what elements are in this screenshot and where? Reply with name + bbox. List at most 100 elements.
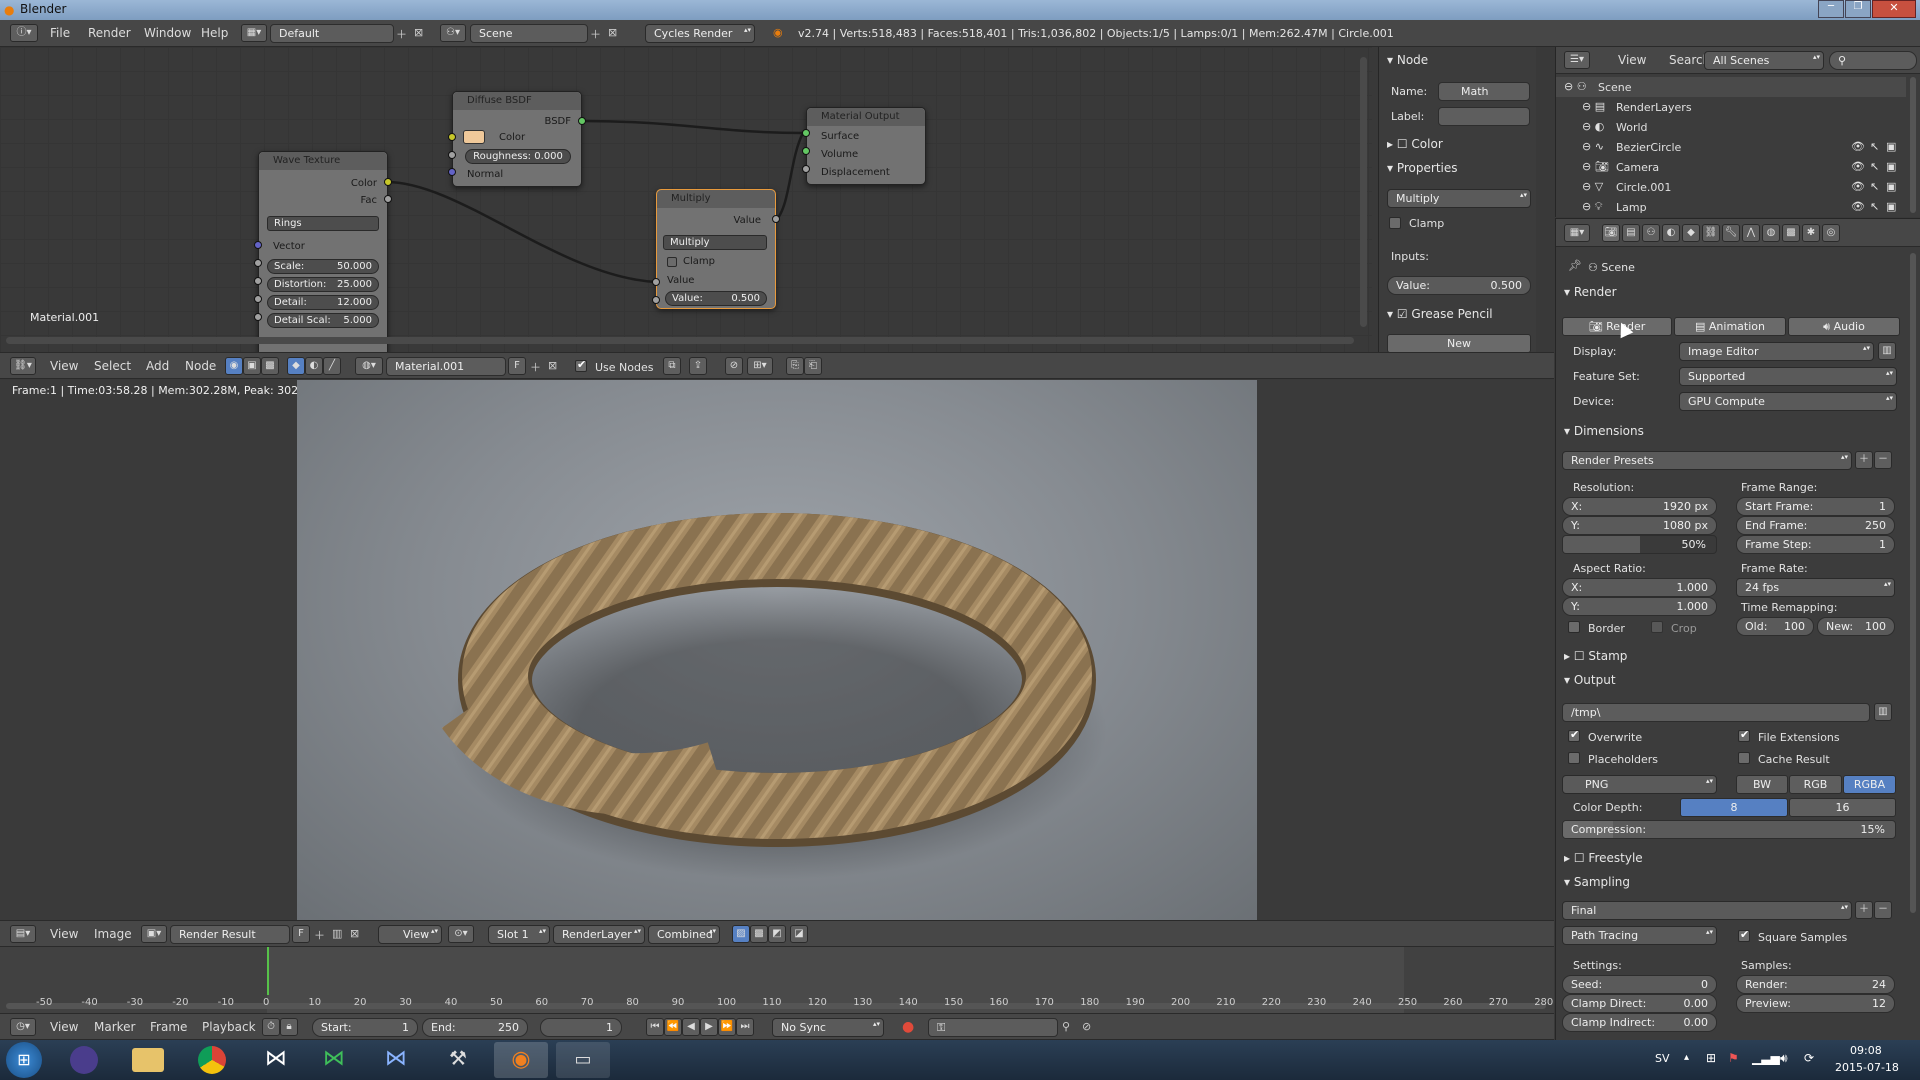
use-nodes-checkbox[interactable] xyxy=(575,358,587,372)
placeholders-checkbox[interactable] xyxy=(1568,752,1580,764)
timeline-menu-view[interactable]: View xyxy=(50,1014,78,1040)
jump-key-back-icon[interactable]: ⏪ xyxy=(664,1018,682,1036)
add-layout-icon[interactable]: ＋ xyxy=(396,26,407,42)
stamp-panel-title[interactable]: ▸ ☐ Stamp xyxy=(1564,649,1627,663)
object-shader-icon[interactable]: ◆ xyxy=(287,357,305,375)
multiply-op-select[interactable]: Multiply xyxy=(663,235,767,250)
outliner-menu-view[interactable]: View xyxy=(1618,47,1646,73)
diffuse-normal-socket[interactable] xyxy=(448,168,456,176)
wave-distortion-field[interactable]: Distortion: 25.000 xyxy=(267,277,379,292)
file-format-select[interactable]: PNG xyxy=(1562,775,1717,794)
border-checkbox[interactable] xyxy=(1568,621,1580,633)
crop-checkbox[interactable] xyxy=(1651,621,1663,633)
material-remove-icon[interactable]: ⊠ xyxy=(548,359,557,372)
wave-fac-socket[interactable] xyxy=(384,195,392,203)
taskbar-chrome-icon[interactable] xyxy=(198,1046,226,1074)
menu-file[interactable]: File xyxy=(50,20,70,46)
square-samples-checkbox[interactable] xyxy=(1738,928,1750,942)
image-editor-type-icon[interactable]: ▤▾ xyxy=(10,925,36,943)
compression-slider[interactable]: Compression: 15% xyxy=(1562,820,1896,839)
clock-time[interactable]: 09:08 xyxy=(1850,1044,1882,1057)
preview-samples-field[interactable]: Preview: 12 xyxy=(1736,994,1895,1013)
scene-tab-icon[interactable]: ⚇ xyxy=(1642,224,1660,242)
outliner-filter-select[interactable]: All Scenes xyxy=(1704,51,1824,70)
color-rgba-button[interactable]: RGBA xyxy=(1843,775,1896,794)
remap-old-field[interactable]: Old: 100 xyxy=(1736,617,1814,636)
taskbar-explorer-icon[interactable] xyxy=(132,1048,164,1072)
output-surface-socket[interactable] xyxy=(802,129,810,137)
screen-layout-icon[interactable]: ▦▾ xyxy=(241,24,267,42)
render-result-field[interactable]: Render Result xyxy=(170,925,290,944)
node-menu-view[interactable]: View xyxy=(50,353,78,379)
wave-scale-field[interactable]: Scale: 50.000 xyxy=(267,259,379,274)
image-remove-icon[interactable]: ⊠ xyxy=(350,927,359,940)
editor-type-icon[interactable]: ⓘ▾ xyxy=(10,24,38,42)
backdrop-icon[interactable]: ⧉ xyxy=(663,357,681,375)
pin-icon[interactable]: 📌︎ xyxy=(1568,259,1582,272)
render-engine-select[interactable]: Cycles Render xyxy=(645,24,755,43)
display-alpha-icon[interactable]: ▩ xyxy=(750,925,768,943)
taskbar-visualstudio-icon[interactable]: ⋈ xyxy=(262,1046,290,1074)
material-add-icon[interactable]: ＋ xyxy=(530,359,541,375)
render-panel-title[interactable]: ▾ Render xyxy=(1564,285,1617,299)
node-editor-vscroll[interactable] xyxy=(1360,57,1367,327)
visibility-eye-icon[interactable]: 👁︎ xyxy=(1851,160,1865,173)
lock-range-icon[interactable]: 🔒︎ xyxy=(280,1018,298,1036)
snap-icon[interactable]: ⊘ xyxy=(725,357,743,375)
visibility-eye-icon[interactable]: 👁︎ xyxy=(1851,180,1865,193)
wave-detail-field[interactable]: Detail: 12.000 xyxy=(267,295,379,310)
display-open-icon[interactable]: ▥ xyxy=(1878,342,1896,360)
wave-detailscale-field[interactable]: Detail Scal: 5.000 xyxy=(267,313,379,328)
node-properties-panel-title[interactable]: ▾ Properties xyxy=(1387,161,1458,175)
node-menu-select[interactable]: Select xyxy=(94,353,131,379)
resolution-y-field[interactable]: Y: 1080 px xyxy=(1562,516,1717,535)
texture-tab-icon[interactable]: ▩ xyxy=(1782,224,1800,242)
tray-sync-icon[interactable]: ⟳ xyxy=(1804,1051,1814,1065)
output-panel-title[interactable]: ▾ Output xyxy=(1564,673,1616,687)
selectable-cursor-icon[interactable]: ↖ xyxy=(1870,140,1879,153)
wave-detailscale-socket[interactable] xyxy=(254,313,262,321)
start-frame-field[interactable]: Start: 1 xyxy=(312,1018,418,1037)
object-tab-icon[interactable]: ◆ xyxy=(1682,224,1700,242)
outliner-type-icon[interactable]: ☰▾ xyxy=(1564,51,1590,69)
add-scene-icon[interactable]: ＋ xyxy=(590,26,601,42)
display-select[interactable]: Image Editor xyxy=(1679,342,1874,361)
sampling-add-preset-icon[interactable]: ＋ xyxy=(1855,901,1873,919)
node-value-field[interactable]: Value: 0.500 xyxy=(1387,276,1531,295)
physics-tab-icon[interactable]: ◎ xyxy=(1822,224,1840,242)
properties-vscroll[interactable] xyxy=(1910,253,1916,913)
data-tab-icon[interactable]: ⋀ xyxy=(1742,224,1760,242)
diffuse-bsdf-node[interactable]: Diffuse BSDF BSDF Color Roughness: 0.000… xyxy=(452,91,582,187)
jump-start-icon[interactable]: ⏮ xyxy=(646,1018,664,1036)
clamp-direct-field[interactable]: Clamp Direct: 0.00 xyxy=(1562,994,1717,1013)
tray-flag-icon[interactable]: ⚑ xyxy=(1728,1051,1739,1065)
linestyle-shader-icon[interactable]: ╱ xyxy=(323,357,341,375)
frame-rate-select[interactable]: 24 fps xyxy=(1736,578,1895,597)
snap-type-icon[interactable]: ⊞▾ xyxy=(747,357,773,375)
multiply-node[interactable]: Multiply Value Multiply Clamp Value Valu… xyxy=(656,189,776,309)
play-icon[interactable]: ▶ xyxy=(700,1018,718,1036)
properties-type-icon[interactable]: ▦▾ xyxy=(1564,224,1590,242)
visibility-eye-icon[interactable]: 👁︎ xyxy=(1851,200,1865,213)
keyboard-language[interactable]: SV xyxy=(1655,1052,1670,1065)
image-menu-view[interactable]: View xyxy=(50,921,78,947)
taskbar-remote-icon[interactable]: ▭ xyxy=(556,1042,610,1078)
sync-mode-select[interactable]: No Sync xyxy=(772,1018,884,1037)
timeline-playhead[interactable] xyxy=(267,947,269,995)
jump-end-icon[interactable]: ⏭ xyxy=(736,1018,754,1036)
world-tab-icon[interactable]: ◐ xyxy=(1662,224,1680,242)
add-preset-icon[interactable]: ＋ xyxy=(1855,451,1873,469)
clock-date[interactable]: 2015-07-18 xyxy=(1835,1061,1899,1074)
maximize-button[interactable]: ❐ xyxy=(1845,0,1871,18)
renderable-camera-icon[interactable]: ▣ xyxy=(1886,140,1896,153)
depth-16-button[interactable]: 16 xyxy=(1789,798,1896,817)
seed-field[interactable]: Seed: 0 xyxy=(1562,975,1717,994)
wave-scale-socket[interactable] xyxy=(254,259,262,267)
depth-8-button[interactable]: 8 xyxy=(1680,798,1788,817)
start-frame-prop-field[interactable]: Start Frame: 1 xyxy=(1736,497,1895,516)
parent-node-icon[interactable]: ⇪ xyxy=(689,357,707,375)
renderable-camera-icon[interactable]: ▣ xyxy=(1886,160,1896,173)
material-output-node[interactable]: Material Output Surface Volume Displacem… xyxy=(806,107,926,185)
renderable-camera-icon[interactable]: ▣ xyxy=(1886,200,1896,213)
outliner-search-field[interactable]: ⚲ xyxy=(1829,51,1917,70)
